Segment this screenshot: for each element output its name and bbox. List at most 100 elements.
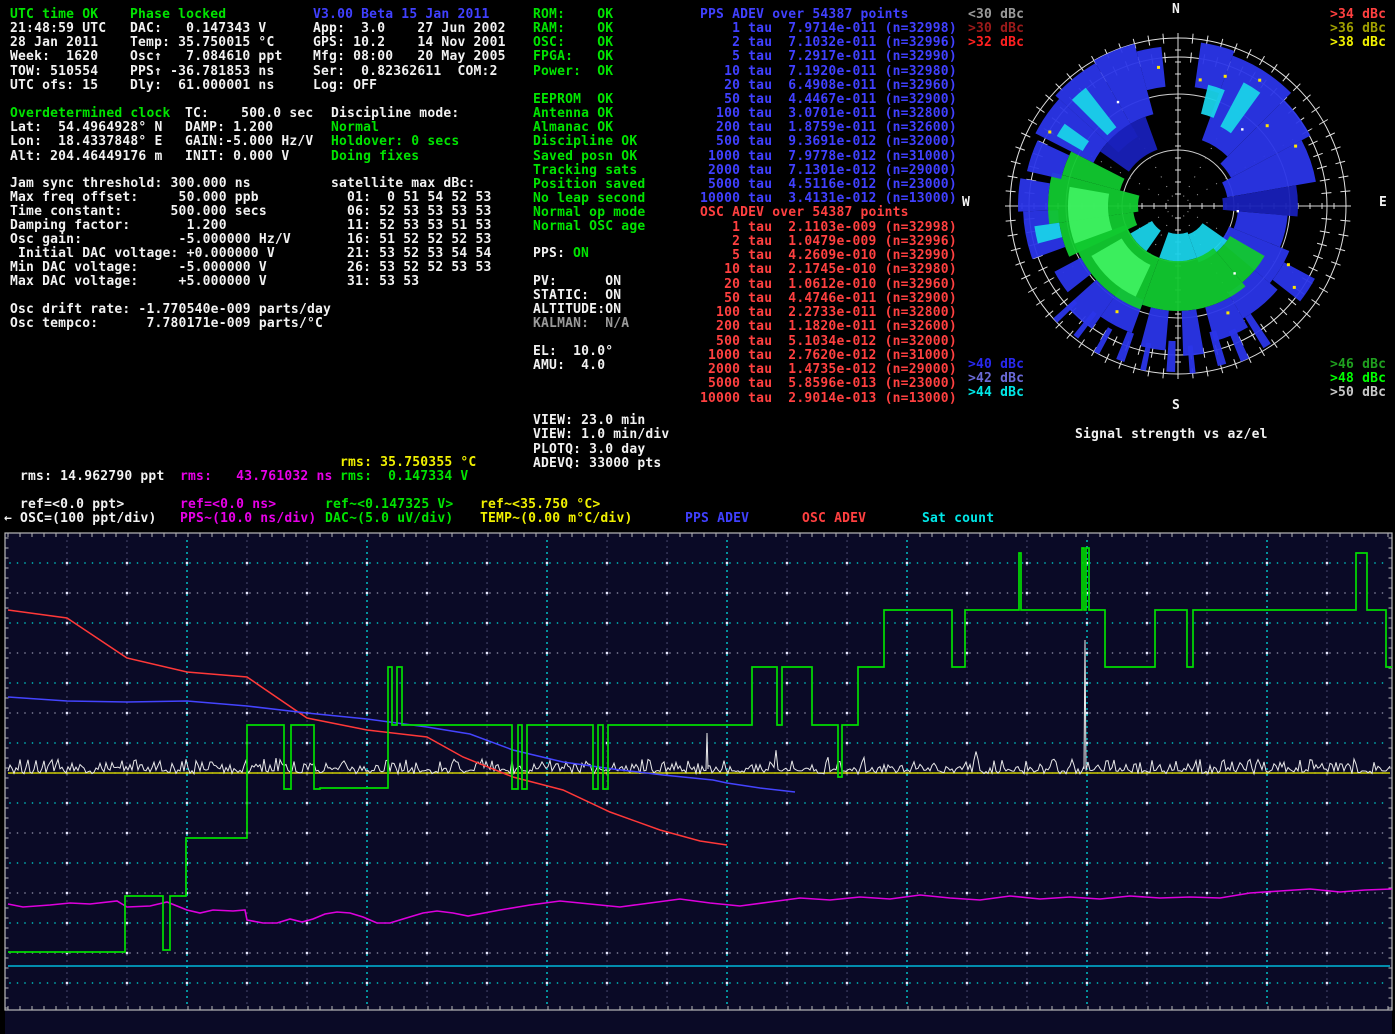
osc-status-line-2: Temp: 35.750015 °C <box>130 36 274 50</box>
discipline-mode-line-1: Normal <box>331 121 379 135</box>
satellite-max-dbc-line-2: 06: 52 53 53 53 53 <box>331 205 492 219</box>
satellite-max-dbc-line-7: 31: 53 53 <box>331 275 419 289</box>
receiver-position-line-3: Alt: 204.46449176 m <box>10 150 163 164</box>
osc-status-line-0: Phase locked <box>130 8 226 22</box>
pps-adev-table-line-8: 200 tau 1.8759e-011 (n=32600) <box>700 121 957 135</box>
osc-adev-table-line-1: 1 tau 2.1103e-009 (n=32998) <box>700 221 957 235</box>
osc-adev-table-line-6: 50 tau 4.4746e-011 (n=32900) <box>700 292 957 306</box>
osc-adev-table-line-5: 20 tau 1.0612e-010 (n=32960) <box>700 278 957 292</box>
gps-message-status-line-0: EEPROM OK <box>533 93 613 107</box>
gps-message-status-line-3: Discipline OK <box>533 135 637 149</box>
plot-legend-line-0: ref=<0.0 ppt> <box>20 498 124 512</box>
discipline-params-line-2: Time constant: 500.000 secs <box>10 205 267 219</box>
version-info-line-3: Mfg: 08:00 20 May 2005 <box>313 50 506 64</box>
discipline-mode-line-2: Holdover: 0 secs <box>331 135 459 149</box>
polar-cardinals-line-0: N <box>1172 3 1180 17</box>
receiver-position-line-1: Lat: 54.4964928° N <box>10 121 163 135</box>
pps-adev-table-line-7: 100 tau 3.0701e-011 (n=32800) <box>700 107 957 121</box>
plot-legend-line-5: DAC~(5.0 uV/div) <box>325 512 453 526</box>
dbc-color-legend-line-3: >40 dBc <box>968 358 1024 372</box>
pps-adev-table-line-4: 10 tau 7.1920e-011 (n=32980) <box>700 65 957 79</box>
discipline-params-line-4: Osc gain: -5.000000 Hz/V <box>10 233 291 247</box>
dbc-color-legend-line-11: >50 dBc <box>1330 386 1386 400</box>
pps-adev-table-line-5: 20 tau 6.4908e-011 (n=32960) <box>700 79 957 93</box>
dbc-color-legend-line-4: >42 dBc <box>968 372 1024 386</box>
satellite-max-dbc-line-6: 26: 53 52 52 53 53 <box>331 261 492 275</box>
version-info-line-2: GPS: 10.2 14 Nov 2001 <box>313 36 506 50</box>
osc-adev-table-line-4: 10 tau 2.1745e-010 (n=32980) <box>700 263 957 277</box>
version-info-line-4: Ser: 0.82362611 COM:2 <box>313 65 498 79</box>
discipline-params-line-9: Osc tempco: 7.780171e-009 parts/°C <box>10 317 323 331</box>
plot-legend-line-8: PPS ADEV <box>685 512 749 526</box>
receiver-position-line-0: Overdetermined clock <box>10 107 171 121</box>
receiver-position-line-5: DAMP: 1.200 <box>185 121 273 135</box>
version-info-line-0: V3.00 Beta 15 Jan 2011 <box>313 8 490 22</box>
selftest-status-line-0: ROM: OK <box>533 8 613 22</box>
pps-adev-table-line-1: 1 tau 7.9714e-011 (n=32998) <box>700 22 957 36</box>
osc-adev-table-line-7: 100 tau 2.2733e-011 (n=32800) <box>700 306 957 320</box>
pps-adev-table-line-12: 5000 tau 4.5116e-012 (n=23000) <box>700 178 957 192</box>
plot-legend-line-6: ref~<35.750 °C> <box>480 498 600 512</box>
time-status-line-1: 21:48:59 UTC <box>10 22 106 36</box>
gps-message-status-line-9: Normal OSC age <box>533 220 645 234</box>
pps-adev-table-line-3: 5 tau 7.2917e-011 (n=32990) <box>700 50 957 64</box>
satellite-max-dbc-line-3: 11: 52 53 53 51 53 <box>331 219 492 233</box>
gps-message-status-line-4: Saved posn OK <box>533 150 637 164</box>
time-status-line-5: UTC ofs: 15 <box>10 79 98 93</box>
pps-and-filters-line-4: ALTITUDE:ON <box>533 303 621 317</box>
status-text-layer: UTC time OK21:48:59 UTC28 Jan 2011Week: … <box>0 0 1395 1034</box>
satellite-max-dbc-line-4: 16: 51 52 52 52 53 <box>331 233 492 247</box>
view-settings-line-1: VIEW: 1.0 min/div <box>533 428 669 442</box>
version-info-line-5: Log: OFF <box>313 79 377 93</box>
pps-adev-table-line-10: 1000 tau 7.9778e-012 (n=31000) <box>700 150 957 164</box>
plot-legend-line-1: ← OSC=(100 ppt/div) <box>4 512 157 526</box>
osc-adev-table-line-13: 10000 tau 2.9014e-013 (n=13000) <box>700 392 957 406</box>
osc-status-line-3: Osc↑ 7.084610 ppt <box>130 50 283 64</box>
rms-readouts-line-0: rms: 14.962790 ppt <box>20 470 164 484</box>
receiver-position-line-6: GAIN:-5.000 Hz/V <box>185 135 313 149</box>
dbc-color-legend-line-2: >32 dBc <box>968 36 1024 50</box>
time-status-line-3: Week: 1620 <box>10 50 98 64</box>
pps-adev-table-line-11: 2000 tau 7.1301e-012 (n=29000) <box>700 164 957 178</box>
osc-adev-table-line-11: 2000 tau 1.4735e-012 (n=29000) <box>700 363 957 377</box>
polar-cardinals-line-3: W <box>962 196 970 210</box>
dbc-color-legend-line-1: >30 dBc <box>968 22 1024 36</box>
dbc-color-legend-line-7: >36 dBc <box>1330 22 1386 36</box>
osc-adev-table-line-12: 5000 tau 5.8596e-013 (n=23000) <box>700 377 957 391</box>
dbc-color-legend-line-5: >44 dBc <box>968 386 1024 400</box>
satellite-max-dbc-line-1: 01: 0 51 54 52 53 <box>331 191 492 205</box>
view-settings-line-2: PLOTQ: 3.0 day <box>533 443 645 457</box>
pps-and-filters-line-5: KALMAN: N/A <box>533 317 629 331</box>
selftest-status-line-2: OSC: OK <box>533 36 613 50</box>
dbc-color-legend-line-10: >48 dBc <box>1330 372 1386 386</box>
pps-and-filters-line-3: STATIC: ON <box>533 289 621 303</box>
gps-message-status-line-7: No leap second <box>533 192 645 206</box>
osc-status-line-5: Dly: 61.000001 ns <box>130 79 274 93</box>
view-settings-line-3: ADEVQ: 33000 pts <box>533 457 661 471</box>
discipline-mode-line-3: Doing fixes <box>331 150 419 164</box>
pps-adev-table-line-9: 500 tau 9.3691e-012 (n=32000) <box>700 135 957 149</box>
rms-readouts-line-3: rms: 0.147334 V <box>340 470 468 484</box>
dbc-color-legend-line-0: <30 dBc <box>968 8 1024 22</box>
gps-message-status-line-1: Antenna OK <box>533 107 613 121</box>
gps-message-status-line-2: Almanac OK <box>533 121 613 135</box>
receiver-position-line-7: INIT: 0.000 V <box>185 150 289 164</box>
rms-readouts-line-1: rms: 43.761032 ns <box>180 470 333 484</box>
discipline-params-line-0: Jam sync threshold: 300.000 ns <box>10 177 251 191</box>
pps-and-filters-line-1: ON <box>573 247 589 261</box>
pps-adev-table-line-6: 50 tau 4.4467e-011 (n=32900) <box>700 93 957 107</box>
selftest-status-line-1: RAM: OK <box>533 22 613 36</box>
selftest-status-line-4: Power: OK <box>533 65 613 79</box>
discipline-mode-line-0: Discipline mode: <box>331 107 459 121</box>
receiver-position-line-4: TC: 500.0 sec <box>185 107 313 121</box>
discipline-params-line-7: Max DAC voltage: +5.000000 V <box>10 275 267 289</box>
pps-and-filters-line-0: PPS: <box>533 247 565 261</box>
satellite-max-dbc-line-5: 21: 53 52 53 54 54 <box>331 247 492 261</box>
pps-adev-table-line-13: 10000 tau 3.4131e-012 (n=13000) <box>700 192 957 206</box>
pps-and-filters-line-7: AMU: 4.0 <box>533 359 605 373</box>
time-status-line-4: TOW: 510554 <box>10 65 98 79</box>
polar-caption-line-0: Signal strength vs az/el <box>1075 428 1268 442</box>
rms-readouts-line-2: rms: 35.750355 °C <box>340 456 476 470</box>
osc-adev-table-line-10: 1000 tau 2.7620e-012 (n=31000) <box>700 349 957 363</box>
plot-legend-line-9: OSC ADEV <box>802 512 866 526</box>
